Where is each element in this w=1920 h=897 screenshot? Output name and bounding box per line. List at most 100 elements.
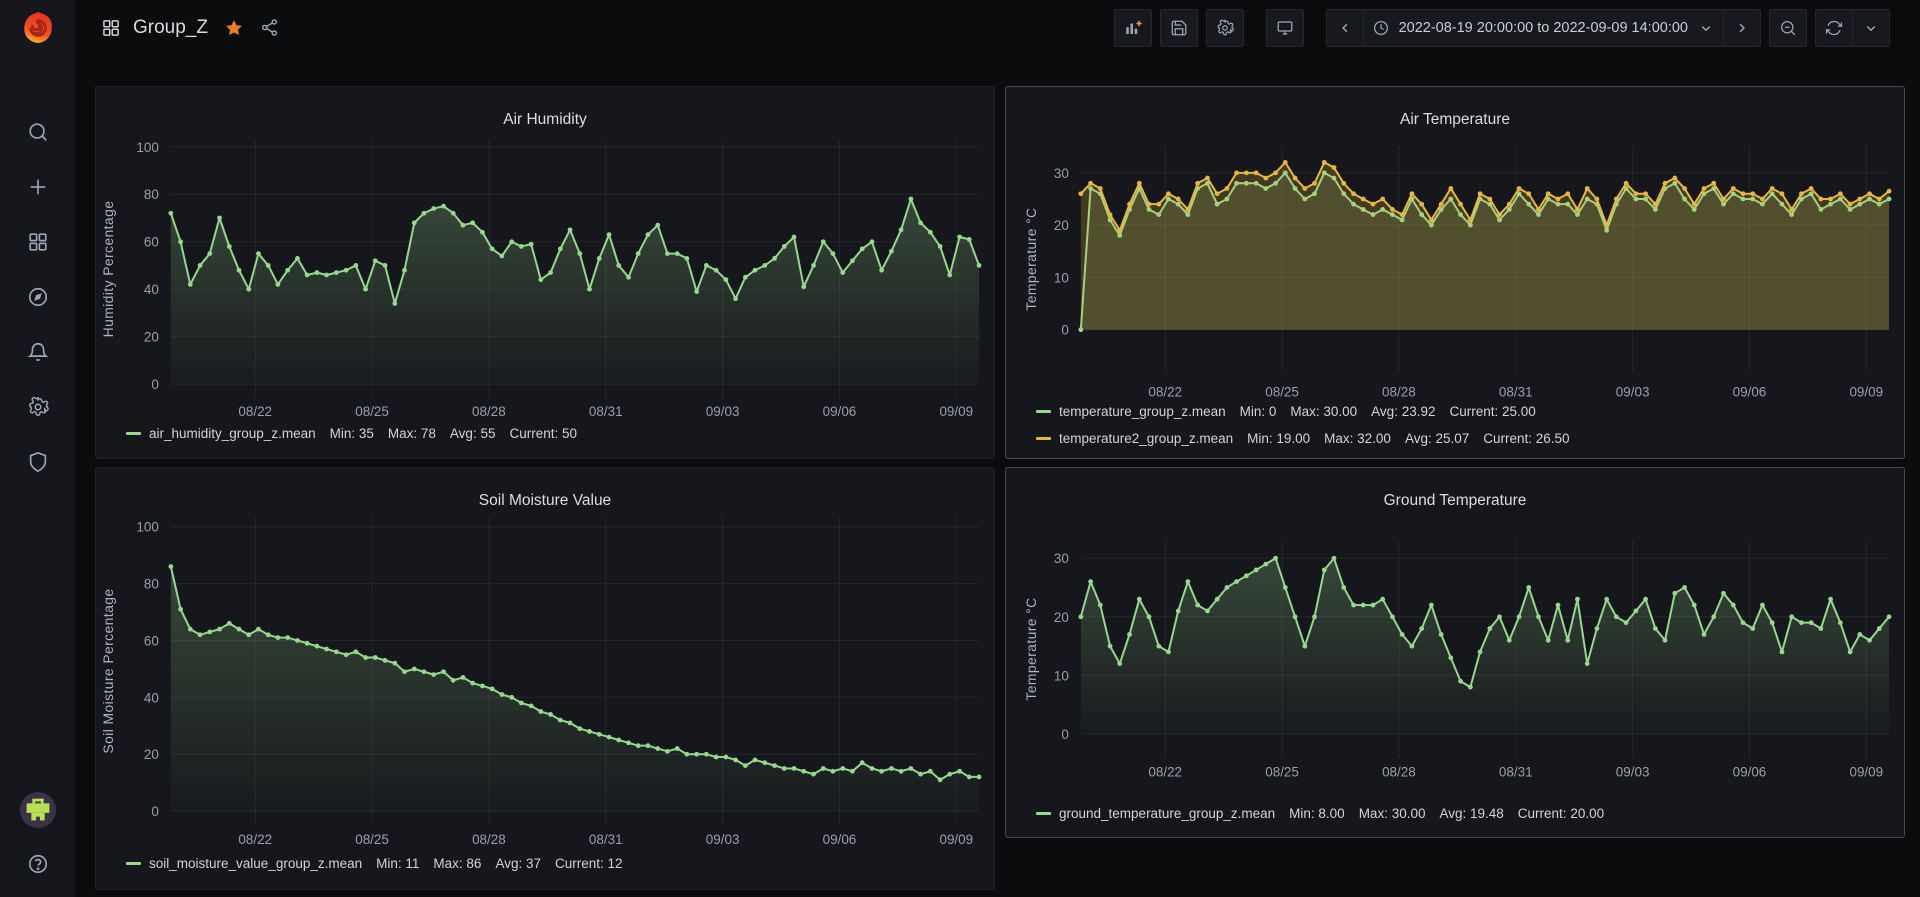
sidebar-item-alerting[interactable] <box>27 341 49 363</box>
legend-stat: Avg: 37 <box>495 856 541 871</box>
caret-down-icon <box>1862 19 1880 37</box>
legend-row: temperature_group_z.mean Min: 0 Max: 30.00… <box>1036 398 1894 425</box>
svg-text:08/22: 08/22 <box>238 404 272 419</box>
legend-stat: Current: 12 <box>555 856 623 871</box>
svg-text:09/06: 09/06 <box>1733 764 1767 779</box>
panel-title[interactable]: Soil Moisture Value <box>96 481 994 521</box>
svg-text:09/03: 09/03 <box>706 832 740 847</box>
air-humidity-chart[interactable]: 08/2208/2508/2808/3109/0309/0609/0902040… <box>96 87 994 458</box>
svg-text:08/28: 08/28 <box>472 832 506 847</box>
legend-series-name[interactable]: soil_moisture_value_group_z.mean <box>149 856 362 871</box>
refresh-button[interactable] <box>1815 9 1853 47</box>
add-panel-button[interactable] <box>1114 9 1152 47</box>
star-icon <box>224 18 244 38</box>
sidebar-item-create[interactable] <box>27 176 49 198</box>
gear-icon <box>1216 19 1234 37</box>
page-title[interactable]: Group_Z <box>133 17 208 39</box>
svg-text:08/28: 08/28 <box>1382 764 1416 779</box>
shield-icon <box>27 451 49 473</box>
time-shift-forward-button[interactable] <box>1723 9 1761 47</box>
legend-stat: Min: 11 <box>376 856 419 871</box>
caret-down-icon <box>1697 19 1715 37</box>
add-panel-icon <box>1124 19 1142 37</box>
avatar-pixel-icon <box>19 791 57 829</box>
sidebar-item-search[interactable] <box>27 121 49 143</box>
zoom-out-button[interactable] <box>1769 9 1807 47</box>
svg-text:80: 80 <box>144 187 159 202</box>
sidebar-nav <box>27 121 49 473</box>
ground-temperature-chart[interactable]: 08/2208/2508/2808/3109/0309/0609/0901020… <box>1006 468 1904 837</box>
legend-row: ground_temperature_group_z.mean Min: 8.00… <box>1036 800 1894 827</box>
legend-stat: Current: 25.00 <box>1449 404 1535 419</box>
legend-series-name[interactable]: ground_temperature_group_z.mean <box>1059 806 1275 821</box>
grafana-logo[interactable] <box>0 0 75 55</box>
share-dashboard-button[interactable] <box>260 18 279 37</box>
legend-stat: Min: 8.00 <box>1289 806 1345 821</box>
svg-text:0: 0 <box>151 377 158 392</box>
panel-ground-temperature: Ground Temperature 08/2208/2508/2808/310… <box>1005 467 1905 838</box>
svg-text:Temperature °C: Temperature °C <box>1023 597 1039 700</box>
sidebar-item-dashboards[interactable] <box>27 231 49 253</box>
legend-color-dash <box>1036 410 1051 413</box>
grafana-flame-icon <box>18 8 58 48</box>
svg-text:09/09: 09/09 <box>1849 764 1883 779</box>
svg-text:30: 30 <box>1054 166 1069 181</box>
time-picker-group: 2022-08-19 20:00:00 to 2022-09-09 14:00:… <box>1326 9 1761 47</box>
svg-text:60: 60 <box>144 235 159 250</box>
panel-legend: temperature_group_z.mean Min: 0 Max: 30.00… <box>1036 398 1894 452</box>
legend-series-name[interactable]: air_humidity_group_z.mean <box>149 426 316 441</box>
compass-icon <box>27 286 49 308</box>
legend-stat: Max: 30.00 <box>1359 806 1426 821</box>
legend-stat: Min: 0 <box>1240 404 1277 419</box>
svg-text:Temperature °C: Temperature °C <box>1023 207 1039 310</box>
svg-text:08/31: 08/31 <box>1499 764 1533 779</box>
kiosk-mode-button[interactable] <box>1266 9 1304 47</box>
soil-moisture-chart[interactable]: 08/2208/2508/2808/3109/0309/0609/0902040… <box>96 468 994 889</box>
refresh-group <box>1815 9 1890 47</box>
legend-series-name[interactable]: temperature2_group_z.mean <box>1059 431 1233 446</box>
time-range-text: 2022-08-19 20:00:00 to 2022-09-09 14:00:… <box>1399 20 1688 36</box>
panel-title[interactable]: Air Temperature <box>1006 100 1904 140</box>
time-range-picker[interactable]: 2022-08-19 20:00:00 to 2022-09-09 14:00:… <box>1363 9 1724 47</box>
bell-icon <box>27 341 49 363</box>
legend-series-name[interactable]: temperature_group_z.mean <box>1059 404 1226 419</box>
dashboard-settings-button[interactable] <box>1206 9 1244 47</box>
svg-text:08/31: 08/31 <box>589 832 623 847</box>
sidebar-item-configuration[interactable] <box>27 396 49 418</box>
dashboard-grid-icon[interactable] <box>101 18 121 38</box>
sidebar-item-help[interactable] <box>27 853 49 875</box>
legend-stat: Max: 30.00 <box>1290 404 1357 419</box>
legend-stat: Max: 86 <box>433 856 481 871</box>
svg-text:10: 10 <box>1054 668 1069 683</box>
svg-text:Humidity Percentage: Humidity Percentage <box>100 201 116 338</box>
svg-text:09/09: 09/09 <box>939 404 973 419</box>
legend-color-dash <box>126 432 141 435</box>
save-dashboard-button[interactable] <box>1160 9 1198 47</box>
refresh-interval-dropdown[interactable] <box>1852 9 1890 47</box>
svg-text:08/25: 08/25 <box>1265 764 1299 779</box>
legend-stat: Avg: 23.92 <box>1371 404 1435 419</box>
time-shift-back-button[interactable] <box>1326 9 1364 47</box>
sidebar-item-server-admin[interactable] <box>27 451 49 473</box>
panel-legend: soil_moisture_value_group_z.mean Min: 11 M… <box>126 850 984 877</box>
help-icon <box>27 853 49 875</box>
legend-row: temperature2_group_z.meanMin: 19.00Max: … <box>1036 425 1894 452</box>
search-icon <box>27 121 49 143</box>
panel-title[interactable]: Ground Temperature <box>1006 481 1904 521</box>
top-navigation-bar: Group_Z 2022-08-19 20:00:00 to 2022-09-0… <box>75 0 1920 55</box>
svg-text:10: 10 <box>1054 270 1069 285</box>
legend-stat: Avg: 25.07 <box>1405 431 1469 446</box>
zoom-out-icon <box>1779 19 1797 37</box>
chevron-right-icon <box>1733 19 1751 37</box>
apps-grid-icon <box>27 231 49 253</box>
user-avatar[interactable] <box>19 791 57 829</box>
panel-title[interactable]: Air Humidity <box>96 100 994 140</box>
favorite-star-button[interactable] <box>224 18 244 38</box>
sidebar-item-explore[interactable] <box>27 286 49 308</box>
legend-stat: Current: 26.50 <box>1483 431 1569 446</box>
svg-text:0: 0 <box>1061 727 1068 742</box>
legend-color-dash <box>1036 437 1051 440</box>
svg-text:80: 80 <box>144 577 159 592</box>
svg-text:09/03: 09/03 <box>1616 764 1650 779</box>
svg-text:0: 0 <box>151 804 158 819</box>
